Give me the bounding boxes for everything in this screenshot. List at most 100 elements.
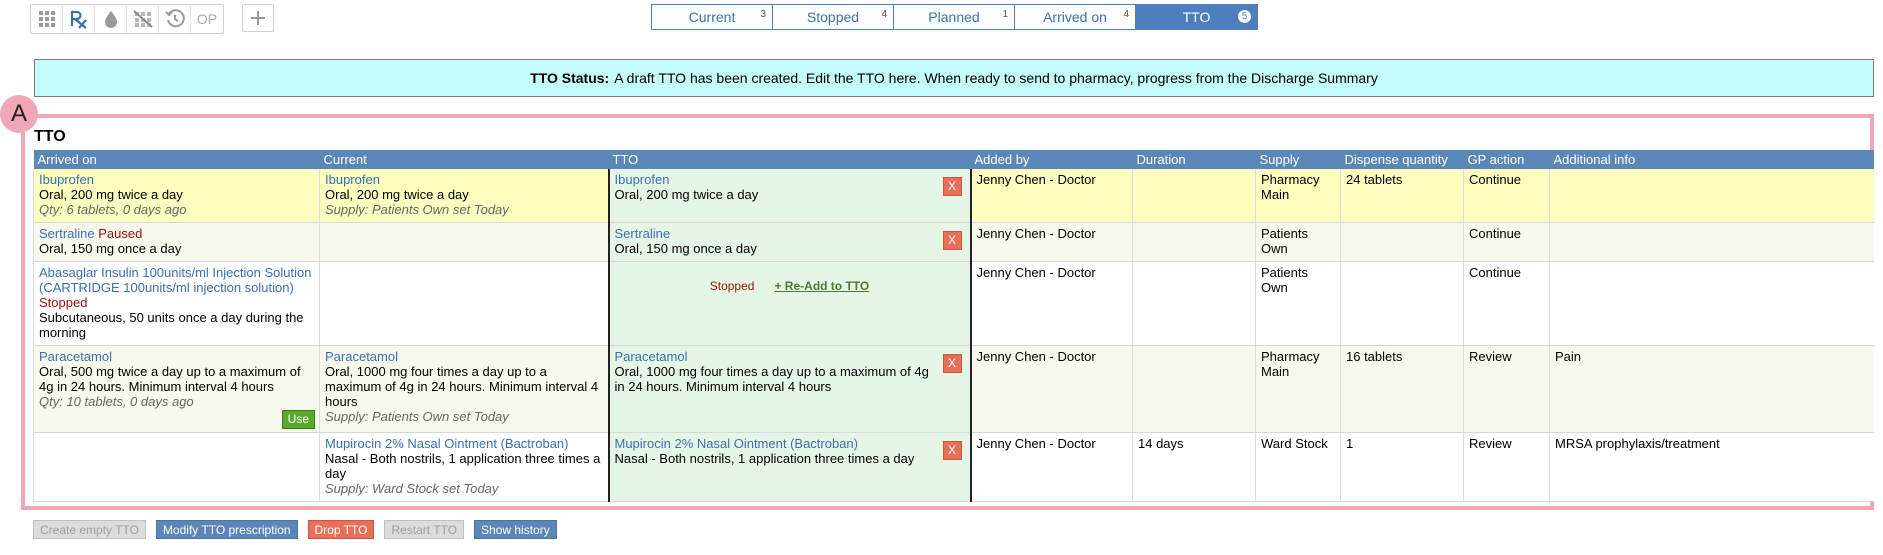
supply-cell: Patients Own	[1255, 261, 1341, 346]
added-by-role: Doctor	[1057, 348, 1096, 364]
added-by-name: Jenny Chen	[976, 172, 1046, 187]
added-by-role: Doctor	[1057, 264, 1096, 280]
drug-link[interactable]: Paracetamol	[39, 349, 314, 364]
restart-tto-button[interactable]: Restart TTO	[384, 520, 465, 539]
info-cell	[1549, 169, 1874, 223]
gp-action-cell: Review	[1463, 345, 1550, 433]
tab-planned[interactable]: Planned 1	[894, 5, 1015, 29]
table-row: Ibuprofen Oral, 200 mg twice a day Qty: …	[33, 169, 1874, 223]
supply-note: Supply: Patients Own set Today	[325, 202, 509, 217]
added-by-role: Doctor	[1057, 435, 1096, 451]
drug-link[interactable]: Ibuprofen	[325, 172, 603, 187]
tab-label: Arrived on	[1043, 9, 1107, 25]
section-title: TTO	[34, 128, 66, 145]
drug-link[interactable]: Abasaglar Insulin 100units/ml Injection …	[39, 265, 311, 295]
readd-to-tto-link[interactable]: + Re-Add to TTO	[774, 279, 869, 294]
remove-button[interactable]: X	[942, 440, 962, 460]
drug-link[interactable]: Ibuprofen	[39, 172, 314, 187]
added-by-cell: Jenny Chen - Doctor	[970, 345, 1133, 433]
gp-action-cell: Continue	[1463, 261, 1550, 346]
tab-current[interactable]: Current 3	[652, 5, 773, 29]
strike-grid-icon[interactable]	[127, 5, 159, 33]
dose-text: Oral, 1000 mg four times a day up to a m…	[614, 363, 929, 394]
col-added-by: Added by	[970, 150, 1133, 169]
dose-text: Oral, 200 mg twice a day	[39, 187, 183, 202]
highlight-badge: A	[0, 95, 38, 133]
status-tabs: Current 3 Stopped 4 Planned 1 Arrived on 4 T…	[651, 4, 1258, 30]
use-button[interactable]: Use	[281, 409, 315, 429]
col-additional-info: Additional info	[1549, 150, 1874, 169]
grid-icon[interactable]	[31, 5, 63, 33]
table-row: Abasaglar Insulin 100units/ml Injection …	[33, 261, 1874, 346]
qty-note: Qty: 10 tablets, 0 days ago	[39, 393, 194, 409]
dispense-cell: 24 tablets	[1340, 169, 1464, 223]
drug-link[interactable]: Ibuprofen	[615, 172, 965, 187]
drug-link[interactable]: Sertraline	[615, 226, 965, 241]
added-by-name: Jenny Chen	[976, 435, 1046, 451]
dose-text: Oral, 500 mg twice a day up to a maximum…	[39, 363, 301, 394]
drug-link[interactable]: Mupirocin 2% Nasal Ointment (Bactroban)	[325, 436, 603, 451]
current-cell: Paracetamol Oral, 1000 mg four times a d…	[319, 345, 609, 433]
drug-link[interactable]: Paracetamol	[615, 349, 965, 364]
dose-text: Oral, 200 mg twice a day	[614, 187, 759, 202]
supply-cell: Patients Own	[1255, 222, 1341, 262]
col-dispense-quantity: Dispense quantity	[1340, 150, 1464, 169]
tab-arrived-on[interactable]: Arrived on 4	[1015, 5, 1136, 29]
tto-status-banner: TTO Status: A draft TTO has been created…	[34, 59, 1874, 97]
added-by-name: Jenny Chen	[976, 264, 1046, 280]
remove-button[interactable]: X	[942, 353, 962, 373]
arrived-cell: Paracetamol Oral, 500 mg twice a day up …	[33, 345, 320, 433]
dose-text: Subcutaneous, 50 units once a day during…	[39, 309, 304, 340]
added-by-cell: Jenny Chen - Doctor	[970, 261, 1133, 346]
bottom-action-bar: Create empty TTO Modify TTO prescription…	[33, 520, 557, 539]
drug-link[interactable]: Paracetamol	[325, 349, 603, 364]
dispense-cell	[1340, 222, 1464, 262]
tab-stopped[interactable]: Stopped 4	[773, 5, 894, 29]
modify-tto-prescription-button[interactable]: Modify TTO prescription	[155, 520, 298, 539]
info-cell: MRSA prophylaxis/treatment	[1549, 432, 1874, 502]
duration-cell	[1132, 222, 1256, 262]
current-cell	[319, 222, 609, 262]
tab-label: Planned	[928, 9, 980, 25]
dose-text: Oral, 1000 mg four times a day up to a m…	[325, 363, 599, 409]
remove-button[interactable]: X	[942, 230, 962, 250]
col-gp-action: GP action	[1463, 150, 1550, 169]
current-cell: Mupirocin 2% Nasal Ointment (Bactroban) …	[319, 432, 609, 502]
tab-count: 4	[881, 9, 887, 20]
drug-link[interactable]: Sertraline	[39, 226, 95, 241]
supply-cell: Pharmacy Main	[1255, 345, 1341, 433]
tab-label: TTO	[1182, 9, 1211, 25]
col-arrived-on: Arrived on	[33, 150, 320, 169]
status-stopped: Stopped	[39, 294, 88, 310]
op-button[interactable]: OP	[191, 5, 223, 33]
show-history-button[interactable]: Show history	[474, 520, 557, 539]
duration-cell	[1132, 261, 1256, 346]
tto-cell: Stopped + Re-Add to TTO	[607, 261, 972, 346]
add-button[interactable]	[242, 4, 274, 32]
arrived-cell: Abasaglar Insulin 100units/ml Injection …	[33, 261, 320, 346]
stopped-label: Stopped	[709, 278, 755, 293]
added-by-role: Doctor	[1057, 225, 1096, 241]
added-by-cell: Jenny Chen - Doctor	[970, 432, 1133, 502]
banner-title: TTO Status:	[530, 70, 610, 86]
drop-tto-button[interactable]: Drop TTO	[307, 520, 375, 539]
supply-note: Supply: Ward Stock set Today	[325, 480, 499, 496]
rx-icon[interactable]	[63, 5, 95, 33]
history-icon[interactable]	[159, 5, 191, 33]
dispense-cell: 16 tablets	[1340, 345, 1464, 433]
drop-icon[interactable]	[95, 5, 127, 33]
table-row: Sertraline Paused Oral, 150 mg once a da…	[33, 222, 1874, 262]
tab-label: Stopped	[806, 9, 860, 25]
added-by-name: Jenny Chen	[976, 348, 1046, 364]
table-row: Mupirocin 2% Nasal Ointment (Bactroban) …	[33, 432, 1874, 502]
drug-link[interactable]: Mupirocin 2% Nasal Ointment (Bactroban)	[615, 436, 965, 451]
tab-tto[interactable]: TTO 5	[1136, 5, 1257, 29]
table-header: Arrived on Current TTO Added by Duration…	[33, 150, 1874, 169]
create-empty-tto-button[interactable]: Create empty TTO	[33, 520, 146, 539]
tab-count: 1	[1002, 9, 1008, 20]
table-row: Paracetamol Oral, 500 mg twice a day up …	[33, 345, 1874, 433]
remove-button[interactable]: X	[942, 177, 962, 196]
supply-note: Supply: Patients Own set Today	[325, 408, 509, 424]
banner-text: A draft TTO has been created. Edit the T…	[614, 70, 1378, 86]
added-by-cell: Jenny Chen - Doctor	[970, 169, 1133, 223]
